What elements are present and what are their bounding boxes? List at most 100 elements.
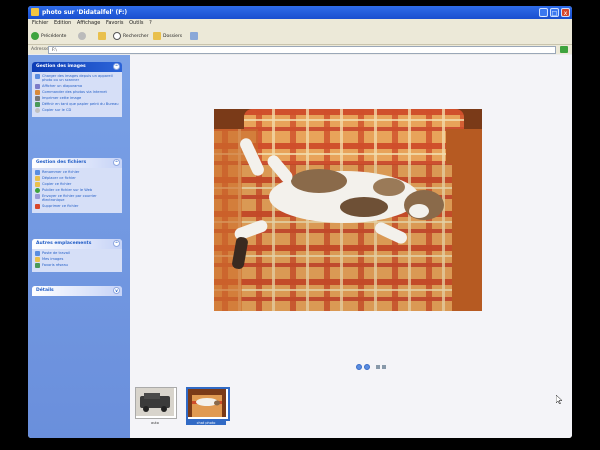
back-button[interactable]: Précédente [31,31,66,41]
viewer-controls [356,364,386,370]
thumbnail-car-label: auto [151,421,159,425]
menu-tools[interactable]: Outils [129,20,143,26]
filmstrip: auto chat photo [130,377,572,437]
task-copy-cd[interactable]: Copier sur le CD [35,107,119,113]
folder-icon [31,8,39,16]
up-folder-button[interactable] [98,31,106,41]
chevron-down-icon[interactable]: v [113,287,120,294]
chevron-up-icon[interactable]: ^ [113,240,120,247]
camera-icon [35,74,40,79]
task-rename[interactable]: Renommer ce fichier [35,170,119,175]
folders-icon [153,32,161,40]
cat-thumbnail-image [188,389,226,417]
minimize-button[interactable]: _ [539,8,548,17]
task-label: Publier ce fichier sur le Web [42,188,93,192]
maximize-button[interactable]: □ [550,8,559,17]
address-input[interactable]: F:\ [48,46,556,54]
task-label: Déplacer ce fichier [42,176,76,180]
task-pane: Gestion des images ^ Charger des images … [28,55,130,438]
printer-icon [35,95,40,101]
place-my-computer[interactable]: Poste de travail [35,251,119,256]
thumbnail-cat[interactable] [186,387,230,421]
next-image-button[interactable] [364,364,370,370]
go-button[interactable] [560,46,568,53]
panel-image-tasks: Gestion des images ^ Charger des images … [32,62,122,117]
task-label: Commander des photos via Internet [42,89,107,94]
task-load-images[interactable]: Charger des images depuis un appareil ph… [35,74,119,83]
back-arrow-icon [31,32,39,40]
task-set-wallpaper[interactable]: Définir en tant que papier peint du Bure… [35,101,119,107]
search-button-label: Rechercher [123,33,149,39]
move-icon [35,176,40,181]
task-label: Mes images [42,257,64,261]
place-my-pictures[interactable]: Mes images [35,257,119,262]
task-delete[interactable]: Supprimer ce fichier [35,203,119,209]
mouse-cursor-icon [556,395,562,404]
window-titlebar[interactable]: photo sur 'Didatalfel' (F:) _ □ x [28,6,572,19]
task-copy[interactable]: Copier ce fichier [35,182,119,187]
task-label: Favoris réseau [42,263,68,267]
forward-button[interactable] [78,31,86,41]
desktop-screen: photo sur 'Didatalfel' (F:) _ □ x Fichie… [28,6,572,438]
task-label: Envoyer ce fichier par courrier électron… [42,194,97,203]
thumbnail-cat-label: chat photo [186,421,226,425]
task-label: Afficher un diaporama [42,83,83,88]
wallpaper-icon [35,101,40,107]
previous-image-button[interactable] [356,364,362,370]
close-button[interactable]: x [561,8,570,17]
address-label: Adresse [31,47,49,52]
up-folder-icon [98,32,106,40]
car-thumbnail-image [136,388,174,416]
task-label: Charger des images depuis un appareil ph… [42,74,113,83]
preview-photo [214,109,482,311]
globe-icon [35,188,40,193]
copy-icon [35,182,40,187]
panel-image-tasks-title: Gestion des images [36,64,86,69]
chevron-up-icon[interactable]: ^ [113,159,120,166]
folders-button-label: Dossiers [163,33,183,39]
window-title: photo sur 'Didatalfel' (F:) [42,9,128,16]
menu-favorites[interactable]: Favoris [106,20,124,26]
search-icon [113,32,121,40]
menu-file[interactable]: Fichier [32,20,48,26]
search-button[interactable]: Rechercher [113,31,148,41]
zoom-in-icon[interactable] [376,365,380,369]
task-label: Copier sur le CD [42,107,72,112]
place-network[interactable]: Favoris réseau [35,263,119,268]
back-button-label: Précédente [41,33,67,39]
task-label: Renommer ce fichier [42,170,80,174]
task-publish[interactable]: Publier ce fichier sur le Web [35,188,119,193]
panel-details-header[interactable]: Détails v [32,286,122,296]
panel-file-tasks-header[interactable]: Gestion des fichiers ^ [32,158,122,168]
task-move[interactable]: Déplacer ce fichier [35,176,119,181]
computer-icon [35,251,40,256]
image-viewer: auto chat photo [130,55,572,438]
panel-other-places-header[interactable]: Autres emplacements ^ [32,239,122,249]
cd-icon [35,107,40,113]
menu-edit[interactable]: Edition [54,20,71,26]
delete-icon [35,203,40,209]
panel-other-places-title: Autres emplacements [36,241,92,246]
forward-arrow-icon [78,32,86,40]
task-slideshow[interactable]: Afficher un diaporama [35,83,119,89]
order-prints-icon [35,89,40,95]
cat-on-armchair-image [214,109,482,311]
pictures-folder-icon [35,257,40,262]
task-print[interactable]: Imprimer cette image [35,95,119,101]
task-label: Copier ce fichier [42,182,72,186]
views-button[interactable] [190,31,198,41]
menu-view[interactable]: Affichage [77,20,101,26]
task-email[interactable]: Envoyer ce fichier par courrier électron… [35,194,119,203]
zoom-out-icon[interactable] [382,365,386,369]
folders-button[interactable]: Dossiers [153,31,182,41]
address-bar: Adresse F:\ [28,45,572,54]
panel-image-tasks-header[interactable]: Gestion des images ^ [32,62,122,72]
rename-icon [35,170,40,175]
menu-help[interactable]: ? [149,20,152,26]
task-order-prints[interactable]: Commander des photos via Internet [35,89,119,95]
menu-bar: Fichier Edition Affichage Favoris Outils… [28,19,572,28]
panel-other-places: Autres emplacements ^ Poste de travail M… [32,239,122,272]
thumbnail-car[interactable] [135,387,177,419]
task-label: Définir en tant que papier peint du Bure… [42,101,119,106]
chevron-up-icon[interactable]: ^ [113,63,120,70]
